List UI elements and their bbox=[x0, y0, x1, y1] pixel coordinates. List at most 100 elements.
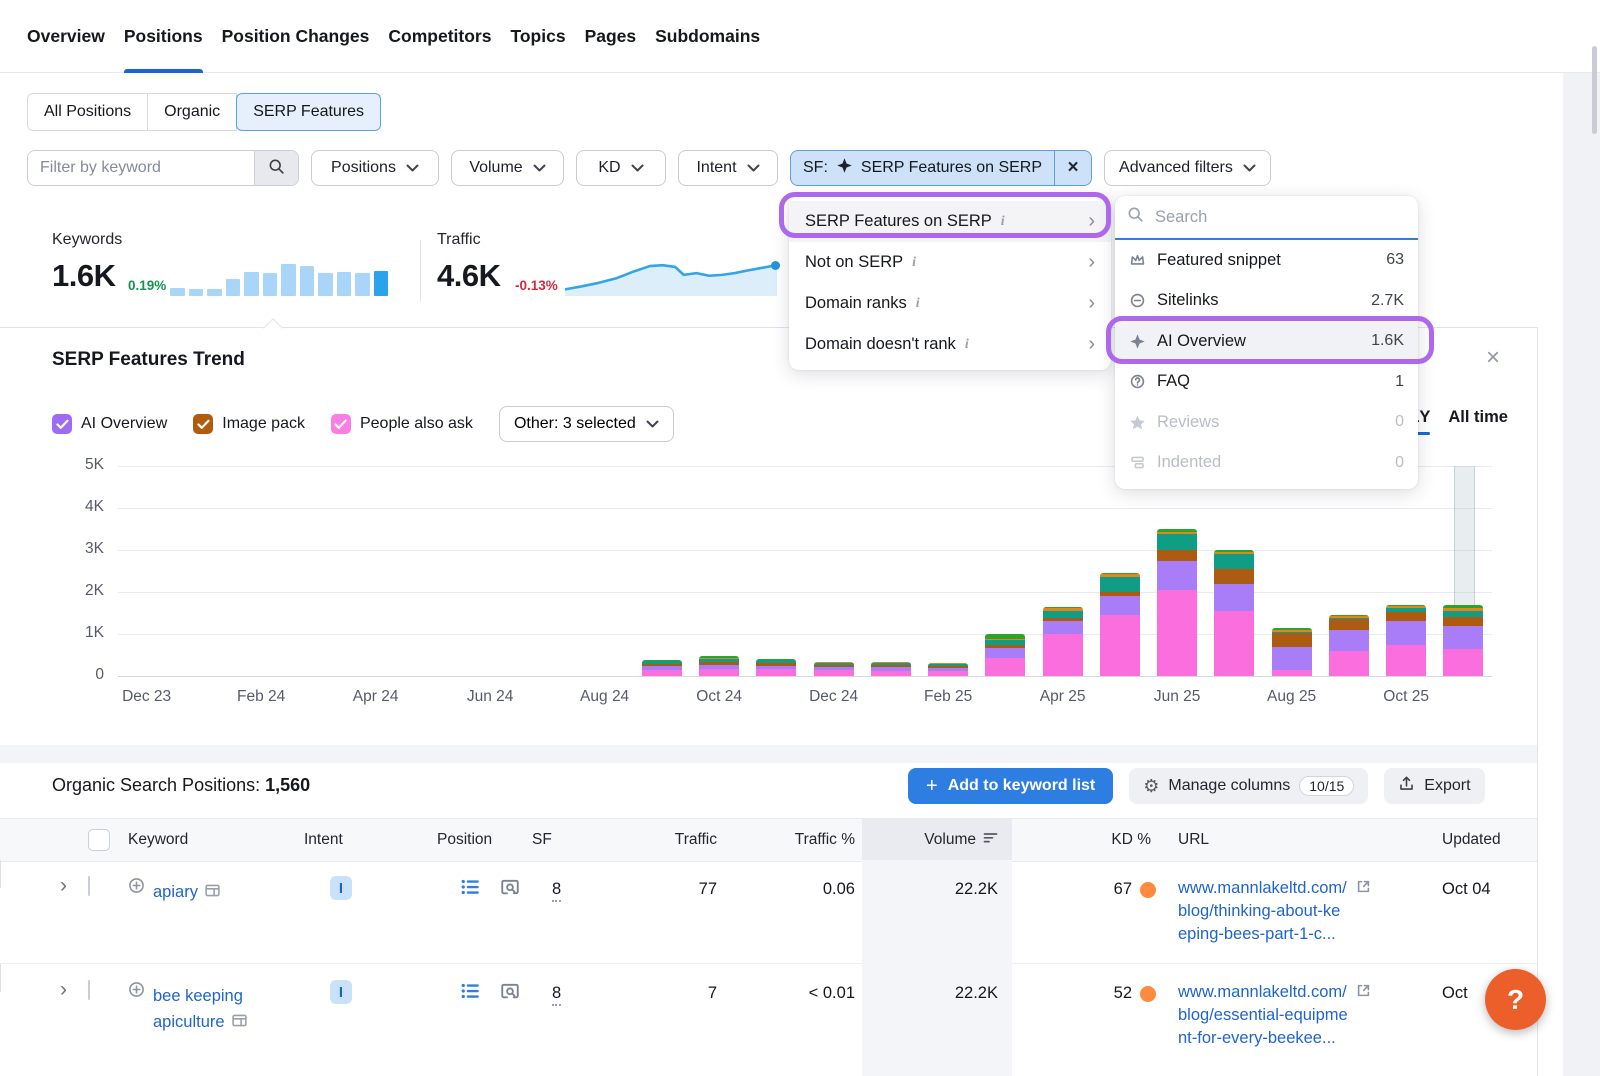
keyword-filter-input[interactable] bbox=[28, 151, 254, 185]
url-link[interactable]: www.mannlakeltd.com/blog/thinking-about-… bbox=[1178, 876, 1390, 945]
trend-chart-plot bbox=[118, 466, 1492, 676]
help-button[interactable]: ? bbox=[1485, 969, 1546, 1030]
intent-badge: I bbox=[330, 980, 352, 1004]
stacked-bar-oct-25[interactable] bbox=[1386, 605, 1426, 676]
select-all-checkbox[interactable] bbox=[88, 829, 110, 851]
menu-item-domain-doesn-t-rank[interactable]: Domain doesn't ranki› bbox=[789, 324, 1111, 365]
col-traffic[interactable]: Traffic bbox=[620, 819, 717, 861]
nav-tab-pages[interactable]: Pages bbox=[585, 0, 637, 72]
nav-tab-positions[interactable]: Positions bbox=[124, 0, 203, 72]
col-kd[interactable]: KD % bbox=[1030, 819, 1151, 861]
row-checkbox[interactable] bbox=[88, 980, 90, 1000]
time-range-all-time[interactable]: All time bbox=[1448, 408, 1508, 435]
external-link-icon[interactable] bbox=[1355, 881, 1372, 899]
menu-item-domain-ranks[interactable]: Domain ranksi› bbox=[789, 283, 1111, 324]
stacked-bar-jan-25[interactable] bbox=[871, 662, 911, 676]
keyword-link[interactable]: apiary bbox=[153, 880, 275, 906]
ai-sparkle-icon bbox=[1129, 333, 1146, 350]
sort-icon bbox=[983, 831, 998, 849]
remove-sf-filter-button[interactable]: × bbox=[1054, 151, 1091, 185]
row-checkbox[interactable] bbox=[88, 876, 90, 896]
stacked-bar-mar-25[interactable] bbox=[985, 634, 1025, 676]
sf-page-search-icon[interactable] bbox=[500, 981, 520, 1006]
serp-snapshot-icon[interactable] bbox=[204, 885, 221, 903]
col-volume[interactable]: Volume bbox=[862, 819, 1012, 861]
submenu-item-featured-snippet[interactable]: Featured snippet63 bbox=[1115, 240, 1418, 281]
stacked-bar-aug-25[interactable] bbox=[1272, 628, 1312, 676]
serp-snapshot-icon[interactable] bbox=[231, 1015, 248, 1033]
bar-segment bbox=[1100, 596, 1140, 615]
sparkline-end-dot bbox=[771, 261, 780, 270]
add-keyword-icon[interactable] bbox=[128, 981, 145, 1003]
nav-tab-subdomains[interactable]: Subdomains bbox=[655, 0, 760, 72]
stacked-bar-sep-25[interactable] bbox=[1329, 615, 1369, 676]
filter-dropdown-volume[interactable]: Volume bbox=[451, 150, 564, 186]
stacked-bar-sep-24[interactable] bbox=[642, 660, 682, 676]
keyword-search-button[interactable] bbox=[254, 151, 298, 185]
external-link-icon[interactable] bbox=[1355, 985, 1372, 1003]
filter-dropdown-kd[interactable]: KD bbox=[576, 150, 666, 186]
filter-dropdown-intent[interactable]: Intent bbox=[678, 150, 778, 186]
expand-row-chevron[interactable]: › bbox=[60, 874, 67, 898]
filter-bar: Positions Volume KD Intent SF: SERP Feature… bbox=[27, 150, 1271, 186]
submenu-scrollbar[interactable] bbox=[1592, 46, 1597, 134]
submenu-item-faq[interactable]: FAQ1 bbox=[1115, 362, 1418, 403]
nav-tab-topics[interactable]: Topics bbox=[510, 0, 565, 72]
col-position[interactable]: Position bbox=[437, 819, 492, 861]
sf-count-link[interactable]: 8 bbox=[552, 984, 561, 1006]
add-keyword-icon[interactable] bbox=[128, 877, 145, 899]
position-list-icon[interactable] bbox=[460, 981, 480, 1006]
nav-tab-competitors[interactable]: Competitors bbox=[388, 0, 491, 72]
other-features-dropdown[interactable]: Other: 3 selected bbox=[499, 406, 674, 442]
manage-columns-button[interactable]: ⚙ Manage columns 10/15 bbox=[1129, 768, 1368, 804]
menu-item-not-on-serp[interactable]: Not on SERPi› bbox=[789, 242, 1111, 283]
export-button[interactable]: Export bbox=[1384, 768, 1484, 804]
legend-checkbox-ai-overview[interactable]: AI Overview bbox=[52, 414, 167, 434]
x-tick-label: Apr 25 bbox=[1040, 688, 1086, 706]
legend-checkbox-image-pack[interactable]: Image pack bbox=[193, 414, 305, 434]
col-url[interactable]: URL bbox=[1178, 819, 1209, 861]
stacked-bar-may-25[interactable] bbox=[1100, 573, 1140, 676]
advanced-filters-button[interactable]: Advanced filters bbox=[1104, 150, 1271, 186]
filter-dropdown-positions[interactable]: Positions bbox=[311, 150, 439, 186]
gridline bbox=[118, 676, 1492, 677]
sf-filter-menu: SERP Features on SERPi›Not on SERPi›Doma… bbox=[789, 196, 1111, 370]
legend-checkbox-people-also-ask[interactable]: People also ask bbox=[331, 414, 473, 434]
stacked-bar-jul-25[interactable] bbox=[1214, 550, 1254, 676]
close-icon[interactable]: × bbox=[1486, 346, 1500, 370]
stacked-bar-nov-24[interactable] bbox=[756, 659, 796, 676]
submenu-item-ai-overview[interactable]: AI Overview1.6K bbox=[1115, 321, 1418, 362]
add-to-keyword-list-button[interactable]: + Add to keyword list bbox=[908, 768, 1113, 804]
keyword-link[interactable]: bee keeping apiculture bbox=[153, 984, 275, 1035]
stacked-bar-dec-24[interactable] bbox=[814, 662, 854, 676]
nav-tab-position-changes[interactable]: Position Changes bbox=[222, 0, 370, 72]
segment-organic[interactable]: Organic bbox=[147, 93, 237, 131]
plus-icon: + bbox=[926, 775, 938, 798]
stacked-bar-jun-25[interactable] bbox=[1157, 529, 1197, 676]
submenu-item-sitelinks[interactable]: Sitelinks2.7K bbox=[1115, 281, 1418, 322]
stacked-bar-nov-25[interactable] bbox=[1443, 605, 1483, 676]
stacked-bar-feb-25[interactable] bbox=[928, 663, 968, 676]
stacked-bar-apr-25[interactable] bbox=[1043, 607, 1083, 676]
keywords-mini-bar bbox=[318, 273, 333, 296]
sf-page-search-icon[interactable] bbox=[500, 877, 520, 902]
segment-serp-features[interactable]: SERP Features bbox=[236, 93, 381, 131]
info-icon: i bbox=[912, 255, 916, 271]
submenu-search-input[interactable] bbox=[1153, 207, 1406, 228]
nav-tab-overview[interactable]: Overview bbox=[27, 0, 105, 72]
table-row: ›apiaryI8770.0622.2K67www.mannlakeltd.co… bbox=[0, 860, 1537, 964]
segment-all-positions[interactable]: All Positions bbox=[27, 93, 148, 131]
expand-row-chevron[interactable]: › bbox=[60, 978, 67, 1002]
sf-filter-chip[interactable]: SF: SERP Features on SERP × bbox=[790, 150, 1092, 186]
bar-segment bbox=[1157, 561, 1197, 590]
col-traffic-pct[interactable]: Traffic % bbox=[745, 819, 855, 861]
menu-item-serp-features-on-serp[interactable]: SERP Features on SERPi› bbox=[789, 201, 1111, 242]
col-intent[interactable]: Intent bbox=[304, 819, 343, 861]
col-updated[interactable]: Updated bbox=[1442, 819, 1501, 861]
sf-count-link[interactable]: 8 bbox=[552, 880, 561, 902]
position-list-icon[interactable] bbox=[460, 877, 480, 902]
col-sf[interactable]: SF bbox=[532, 819, 552, 861]
col-keyword[interactable]: Keyword bbox=[128, 819, 188, 861]
stacked-bar-oct-24[interactable] bbox=[699, 656, 739, 676]
url-link[interactable]: www.mannlakeltd.com/blog/essential-equip… bbox=[1178, 980, 1390, 1049]
